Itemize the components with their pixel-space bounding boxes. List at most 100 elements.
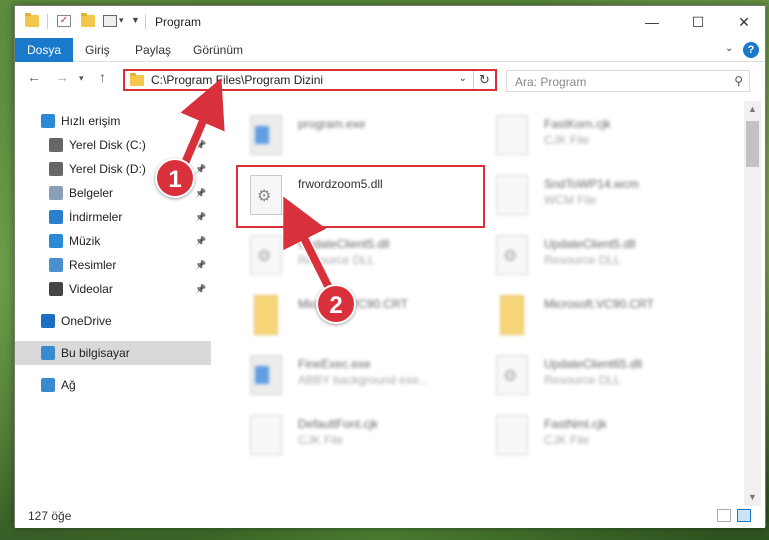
minimize-button[interactable]: — bbox=[629, 6, 675, 38]
tab-dosya[interactable]: Dosya bbox=[15, 38, 74, 62]
file-name: program.exe bbox=[298, 117, 366, 131]
file-name: UpdateClient5.dll bbox=[544, 237, 636, 251]
file-icon bbox=[496, 115, 528, 155]
tab-gorunum[interactable]: Görünüm bbox=[181, 38, 255, 62]
maximize-button[interactable]: ☐ bbox=[675, 6, 721, 38]
pin-icon[interactable]: 📌 bbox=[195, 277, 206, 301]
tab-giris[interactable]: Giriş bbox=[73, 38, 122, 62]
pin-icon[interactable]: 📌 bbox=[195, 181, 206, 205]
help-icon[interactable]: ? bbox=[743, 42, 759, 58]
sidebar-item-label: Yerel Disk (C:) bbox=[69, 138, 146, 152]
item-count: 127 öğe bbox=[28, 509, 72, 523]
new-folder-icon[interactable] bbox=[81, 13, 95, 27]
scroll-thumb[interactable] bbox=[746, 121, 759, 167]
close-button[interactable]: ✕ bbox=[721, 6, 767, 38]
file-item[interactable]: program.exe bbox=[226, 109, 471, 169]
file-item[interactable]: FastKorn.cjk CJK File bbox=[472, 109, 717, 169]
pin-icon[interactable]: 📌 bbox=[195, 205, 206, 229]
navigation-bar: ← → ▾ ↑ C:\Program Files\Program Dizini … bbox=[15, 63, 765, 95]
file-name: UpdateClient65.dll bbox=[544, 357, 643, 371]
pin-icon[interactable]: 📌 bbox=[195, 253, 206, 277]
scroll-down-icon[interactable]: ▼ bbox=[744, 489, 761, 506]
scroll-up-icon[interactable]: ▲ bbox=[744, 101, 761, 118]
pin-icon[interactable]: 📌 bbox=[195, 157, 206, 181]
file-icon bbox=[250, 415, 282, 455]
file-name: FastKorn.cjk bbox=[544, 117, 611, 131]
sidebar-item-label: Ağ bbox=[61, 378, 76, 392]
file-item[interactable]: SndToWP14.wcm WCM File bbox=[472, 169, 717, 229]
recent-locations-icon[interactable]: ▾ bbox=[79, 73, 84, 84]
computer-icon bbox=[41, 346, 55, 360]
properties-check-icon[interactable]: ✓ bbox=[57, 15, 71, 27]
file-item[interactable]: FastNml.cjk CJK File bbox=[472, 409, 717, 469]
tab-paylas[interactable]: Paylaş bbox=[123, 38, 183, 62]
application-icon bbox=[250, 355, 282, 395]
documents-icon bbox=[49, 186, 63, 200]
folder-icon bbox=[130, 73, 144, 86]
file-item[interactable]: UpdateClient5.dll Resource DLL bbox=[226, 229, 471, 289]
application-icon bbox=[250, 115, 282, 155]
ribbon-expand-icon[interactable]: ⌄ bbox=[725, 43, 733, 54]
sidebar-item[interactable]: Resimler 📌 bbox=[15, 253, 211, 277]
sidebar-item[interactable]: İndirmeler 📌 bbox=[15, 205, 211, 229]
sidebar-item[interactable]: OneDrive bbox=[15, 309, 211, 333]
drive-icon bbox=[49, 138, 63, 152]
sidebar-item-label: Belgeler bbox=[69, 186, 114, 200]
pin-icon[interactable]: 📌 bbox=[195, 229, 206, 253]
file-item[interactable]: DefaultFont.cjk CJK File bbox=[226, 409, 471, 469]
folder-icon bbox=[254, 295, 278, 335]
vertical-scrollbar[interactable]: ▲ ▼ bbox=[744, 101, 761, 506]
file-item[interactable]: FineExec.exe ABBY background exe... bbox=[226, 349, 471, 409]
file-item[interactable]: UpdateClient65.dll Resource DLL bbox=[472, 349, 717, 409]
search-input[interactable]: Ara: Program ⚲ bbox=[506, 70, 750, 92]
file-item[interactable]: Microsoft.VC90.CRT bbox=[472, 289, 717, 349]
address-bar[interactable]: C:\Program Files\Program Dizini ⌄ ↻ bbox=[123, 69, 497, 91]
pin-icon[interactable]: 📌 bbox=[195, 133, 206, 157]
drive-icon bbox=[49, 162, 63, 176]
chevron-down-icon[interactable]: ⌄ bbox=[459, 73, 467, 84]
network-icon bbox=[41, 378, 55, 392]
sidebar-item[interactable]: Yerel Disk (C:) 📌 bbox=[15, 133, 211, 157]
folder-icon bbox=[25, 13, 39, 27]
sidebar-item[interactable]: Müzik 📌 bbox=[15, 229, 211, 253]
sidebar-item[interactable]: Videolar 📌 bbox=[15, 277, 211, 301]
pictures-icon bbox=[49, 258, 63, 272]
file-item[interactable]: UpdateClient5.dll Resource DLL bbox=[472, 229, 717, 289]
file-type: Resource DLL bbox=[298, 253, 375, 267]
file-type: ABBY background exe... bbox=[298, 373, 429, 387]
file-type: CJK File bbox=[544, 433, 590, 447]
quick-access-dropdown-icon[interactable]: ▼ bbox=[131, 15, 140, 25]
title-bar: ✓ ▾ ▼ Program — ☐ ✕ bbox=[15, 6, 765, 38]
sidebar-item-label: OneDrive bbox=[61, 314, 112, 328]
sidebar-item-label: İndirmeler bbox=[69, 210, 123, 224]
star-icon bbox=[41, 114, 55, 128]
search-placeholder: Ara: Program bbox=[515, 75, 587, 89]
cloud-icon bbox=[41, 314, 55, 328]
refresh-icon[interactable]: ↻ bbox=[473, 71, 495, 89]
status-bar: 127 öğe bbox=[15, 506, 765, 528]
step-2-badge: 2 bbox=[316, 284, 356, 324]
back-arrow-icon[interactable]: ← bbox=[27, 69, 41, 85]
file-list: program.exeFastKorn.cjkCJK Filefrwordzoo… bbox=[212, 101, 742, 506]
sidebar-item[interactable]: Bu bilgisayar bbox=[15, 341, 211, 365]
separator bbox=[145, 14, 146, 29]
up-arrow-icon[interactable]: ↑ bbox=[99, 69, 106, 85]
file-type: CJK File bbox=[298, 433, 344, 447]
step-1-badge: 1 bbox=[155, 158, 195, 198]
sidebar-item-label: Yerel Disk (D:) bbox=[69, 162, 146, 176]
large-icons-view-icon[interactable] bbox=[737, 509, 751, 522]
separator bbox=[47, 14, 48, 29]
file-name: UpdateClient5.dll bbox=[298, 237, 390, 251]
sidebar-item[interactable]: Hızlı erişim bbox=[15, 109, 211, 133]
details-view-icon[interactable] bbox=[717, 509, 731, 522]
sidebar-item[interactable]: Ağ bbox=[15, 373, 211, 397]
sidebar-item-label: Müzik bbox=[69, 234, 101, 248]
file-icon bbox=[496, 175, 528, 215]
file-name: Microsoft.VC90.CRT bbox=[544, 297, 654, 311]
customize-icon[interactable] bbox=[103, 15, 117, 27]
explorer-window: ✓ ▾ ▼ Program — ☐ ✕ Dosya Giriş Paylaş G… bbox=[14, 5, 766, 528]
videos-icon bbox=[49, 282, 63, 296]
dll-file-icon bbox=[496, 235, 528, 275]
forward-arrow-icon[interactable]: → bbox=[55, 69, 69, 85]
chevron-down-icon[interactable]: ▾ bbox=[119, 15, 124, 26]
